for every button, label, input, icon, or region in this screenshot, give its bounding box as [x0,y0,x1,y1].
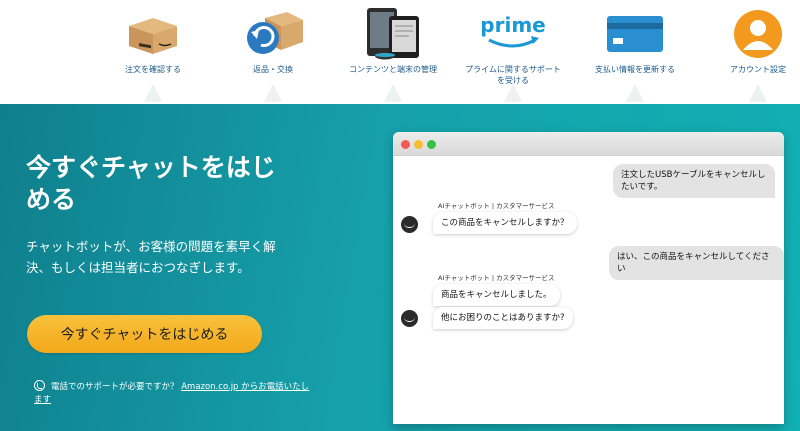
nav-prime-label: プライムに関するサポートを受ける [465,65,561,85]
hero-title: 今すぐチャットをはじめる [26,153,276,214]
phone-support-row: 電話でのサポートが必要ですか？ Amazon.co.jp からお電話いたします [34,380,314,407]
hero-subtitle: チャットボットが、お客様の問題を素早く解決、もしくは担当者におつなぎします。 [26,239,276,275]
credit-card-icon [607,16,663,52]
start-chat-button[interactable]: 今すぐチャットをはじめる [27,315,262,353]
devices-icon [367,8,419,60]
chat-message-user: 注文したUSBケーブルをキャンセルしたいです。 [613,164,775,198]
nav-returns[interactable]: 返品・交換 [208,8,338,102]
chat-message-bot: 他にお困りのことはありますか? [433,307,573,329]
bot-avatar-icon [401,310,418,327]
decorative-arrow [504,84,522,102]
package-icon [129,18,177,54]
account-avatar-icon [734,10,782,58]
window-minimize-icon [414,140,423,149]
help-topics-row: 注文を確認する 返品・交換 コンテンツと端末の管理 prime プライムに関する… [0,0,800,104]
decorative-arrow [626,84,644,102]
bot-label: AIチャットボット | カスタマーサービス [438,202,555,210]
chat-message-bot: 商品をキャンセルしました。 [433,284,560,306]
nav-account-label: アカウント設定 [730,65,786,74]
bot-label: AIチャットボット | カスタマーサービス [438,274,555,282]
phone-support-text: 電話でのサポートが必要ですか？ [51,382,179,392]
decorative-arrow [264,84,282,102]
prime-logo-icon: prime [481,13,545,48]
nav-content[interactable]: コンテンツと端末の管理 [328,8,458,102]
phone-icon [34,380,45,391]
decorative-arrow [749,84,767,102]
nav-content-label: コンテンツと端末の管理 [349,65,437,74]
chat-message-user: はい、この商品をキャンセルしてください [609,246,784,280]
return-package-icon [247,12,303,54]
decorative-arrow [384,84,402,102]
prime-logo-text: prime [481,13,545,37]
decorative-arrow [144,84,162,102]
window-titlebar [393,132,784,156]
chat-hero: 今すぐチャットをはじめる チャットボットが、お客様の問題を素早く解決、もしくは担… [0,104,800,431]
nav-orders-label: 注文を確認する [125,65,181,74]
bot-avatar-icon [401,216,418,233]
chat-message-bot: この商品をキャンセルしますか？ [433,212,577,234]
nav-payment-label: 支払い情報を更新する [595,65,675,74]
nav-payment[interactable]: 支払い情報を更新する [570,8,700,102]
nav-prime[interactable]: prime プライムに関するサポートを受ける [448,8,578,102]
nav-orders[interactable]: 注文を確認する [88,8,218,102]
window-zoom-icon [427,140,436,149]
window-close-icon [401,140,410,149]
chat-window-preview: 注文したUSBケーブルをキャンセルしたいです。 AIチャットボット | カスタマ… [393,132,784,424]
nav-account[interactable]: アカウント設定 [693,8,800,102]
nav-returns-label: 返品・交換 [253,65,293,74]
